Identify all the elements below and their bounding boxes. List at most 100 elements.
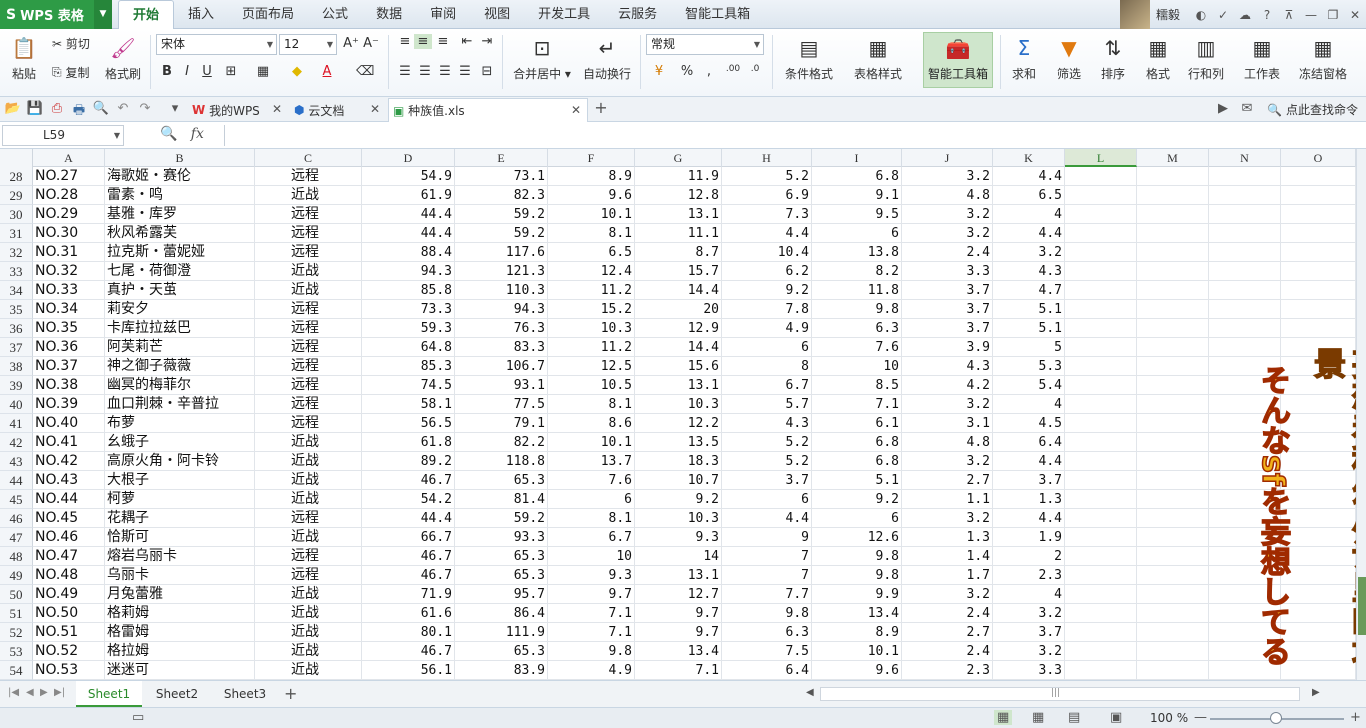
cell[interactable] <box>1281 319 1356 338</box>
row-header[interactable]: 49 <box>0 566 33 585</box>
row-header[interactable]: 37 <box>0 338 33 357</box>
cell[interactable] <box>1065 642 1137 661</box>
cell[interactable]: 6 <box>722 490 812 509</box>
cell[interactable]: 12.6 <box>812 528 902 547</box>
cell[interactable]: 3.2 <box>902 167 993 186</box>
cell[interactable]: 94.3 <box>362 262 455 281</box>
cell[interactable]: 9.8 <box>812 547 902 566</box>
cell[interactable]: 8.7 <box>635 243 722 262</box>
cell[interactable]: 9.5 <box>812 205 902 224</box>
cell[interactable]: 14.4 <box>635 281 722 300</box>
cell[interactable]: 4.4 <box>993 224 1065 243</box>
cell[interactable]: NO.33 <box>33 281 105 300</box>
cell[interactable]: 94.3 <box>455 300 548 319</box>
cell[interactable]: 10.3 <box>635 395 722 414</box>
cell[interactable]: 7.6 <box>812 338 902 357</box>
cell[interactable]: 5.2 <box>722 452 812 471</box>
cell[interactable]: NO.35 <box>33 319 105 338</box>
cell[interactable]: 5.1 <box>812 471 902 490</box>
cell[interactable]: 9.6 <box>548 186 635 205</box>
cell[interactable] <box>1065 471 1137 490</box>
share-icon[interactable]: ✓ <box>1212 8 1234 22</box>
row-header[interactable]: 48 <box>0 547 33 566</box>
cell[interactable]: 近战 <box>255 490 362 509</box>
menu-tab[interactable]: 开始 <box>118 0 175 29</box>
chevron-down-icon[interactable]: ▼ <box>114 126 120 145</box>
cell[interactable]: 44.4 <box>362 224 455 243</box>
cell[interactable]: 4.4 <box>993 509 1065 528</box>
cell[interactable]: 近战 <box>255 585 362 604</box>
prev-sheet-icon[interactable]: ◀ <box>26 687 34 698</box>
cell[interactable]: 10.7 <box>635 471 722 490</box>
cell[interactable]: 4.3 <box>902 357 993 376</box>
column-header[interactable]: I <box>812 149 902 167</box>
row-header[interactable]: 29 <box>0 186 33 205</box>
align-middle-icon[interactable]: ≡ <box>414 34 432 49</box>
cell[interactable]: 远程 <box>255 509 362 528</box>
cell[interactable] <box>1137 243 1209 262</box>
cell[interactable]: 76.3 <box>455 319 548 338</box>
cell[interactable]: 近战 <box>255 452 362 471</box>
first-sheet-icon[interactable]: |◀ <box>8 687 19 698</box>
cell[interactable]: 65.3 <box>455 566 548 585</box>
cell[interactable]: 44.4 <box>362 205 455 224</box>
zoom-icon[interactable]: 🔍 <box>160 126 177 142</box>
cell[interactable]: 61.8 <box>362 433 455 452</box>
close-icon[interactable]: ✕ <box>571 103 581 117</box>
cell[interactable]: 77.5 <box>455 395 548 414</box>
mail-icon[interactable]: ✉ <box>1238 101 1256 116</box>
border-icon[interactable]: ⊞ <box>222 64 240 79</box>
row-header[interactable]: 43 <box>0 452 33 471</box>
sum-button[interactable]: Σ 求和 <box>1004 33 1044 89</box>
menu-tab[interactable]: 云服务 <box>604 0 671 29</box>
cell[interactable]: NO.47 <box>33 547 105 566</box>
menu-tab[interactable]: 数据 <box>362 0 416 29</box>
cell[interactable]: 2 <box>993 547 1065 566</box>
column-header[interactable]: G <box>635 149 722 167</box>
row-header[interactable]: 38 <box>0 357 33 376</box>
row-header[interactable]: 52 <box>0 623 33 642</box>
cell[interactable]: NO.50 <box>33 604 105 623</box>
cell[interactable] <box>1065 509 1137 528</box>
cell[interactable] <box>1137 490 1209 509</box>
copy-button[interactable]: ⎘ 复制 <box>52 64 89 81</box>
cell[interactable]: 莉安夕 <box>105 300 255 319</box>
cell[interactable]: 恰斯可 <box>105 528 255 547</box>
close-icon[interactable]: ✕ <box>370 102 380 116</box>
row-header[interactable]: 32 <box>0 243 33 262</box>
format-button[interactable]: ▦ 格式 <box>1138 33 1178 89</box>
last-sheet-icon[interactable]: ▶| <box>54 687 65 698</box>
cell[interactable]: 近战 <box>255 661 362 680</box>
page-break-view-icon[interactable]: ▤ <box>1068 710 1080 725</box>
cell[interactable] <box>1065 243 1137 262</box>
cell[interactable]: 远程 <box>255 243 362 262</box>
cell[interactable]: 79.1 <box>455 414 548 433</box>
cell[interactable]: 4.8 <box>902 186 993 205</box>
row-header[interactable]: 28 <box>0 167 33 186</box>
cell[interactable] <box>1137 300 1209 319</box>
cell[interactable]: 5 <box>993 338 1065 357</box>
cell[interactable]: 5.3 <box>993 357 1065 376</box>
scroll-right-icon[interactable]: ▶ <box>1312 687 1320 698</box>
cell[interactable]: 6.8 <box>812 452 902 471</box>
cell[interactable]: 121.3 <box>455 262 548 281</box>
cell[interactable]: 15.2 <box>548 300 635 319</box>
cell[interactable]: 8.9 <box>548 167 635 186</box>
cell[interactable]: NO.53 <box>33 661 105 680</box>
cell[interactable]: 85.8 <box>362 281 455 300</box>
cell[interactable]: 59.2 <box>455 509 548 528</box>
cell[interactable] <box>1281 224 1356 243</box>
cell[interactable]: 13.1 <box>635 205 722 224</box>
freeze-panes-button[interactable]: ▦ 冻结窗格 <box>1292 33 1354 89</box>
row-header[interactable]: 45 <box>0 490 33 509</box>
cell[interactable]: 熔岩乌丽卡 <box>105 547 255 566</box>
sheet-tab[interactable]: Sheet2 <box>144 681 210 707</box>
menu-tab[interactable]: 公式 <box>308 0 362 29</box>
align-left-icon[interactable]: ☰ <box>396 64 414 79</box>
zoom-out-icon[interactable]: — <box>1194 710 1207 725</box>
cell[interactable]: 4.4 <box>722 224 812 243</box>
font-name-select[interactable]: 宋体 ▼ <box>156 34 277 55</box>
cell[interactable] <box>1065 528 1137 547</box>
cell[interactable] <box>1281 281 1356 300</box>
cell[interactable]: 远程 <box>255 205 362 224</box>
